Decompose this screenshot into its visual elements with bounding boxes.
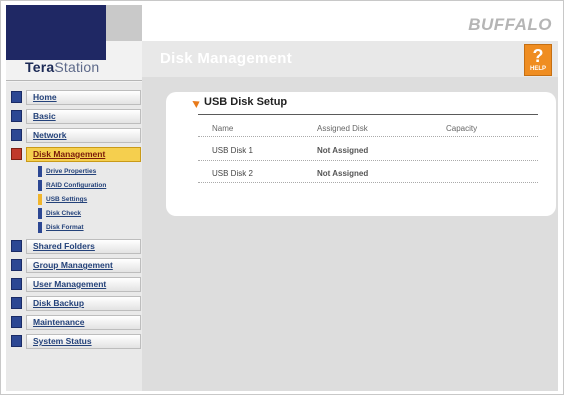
usb-disk-2-name: USB Disk 2 xyxy=(212,169,253,178)
maintenance-icon xyxy=(11,316,22,328)
subnav-disk-check[interactable]: Disk Check xyxy=(38,208,136,219)
subnav-marker-selected xyxy=(38,194,42,205)
subnav-marker xyxy=(38,222,42,233)
subnav-label[interactable]: RAID Configuration xyxy=(46,180,106,191)
home-icon xyxy=(11,91,22,103)
nav-group-management-button[interactable]: Group Management xyxy=(26,258,141,273)
buffalo-brand-logo: BUFFALO xyxy=(468,15,552,34)
nav-shared-folders-button[interactable]: Shared Folders xyxy=(26,239,141,254)
nav-item-system-status[interactable]: System Status xyxy=(11,334,141,350)
folder-icon xyxy=(11,240,22,252)
page-title-bar: Disk Management ? HELP xyxy=(142,41,558,77)
subnav-raid-configuration[interactable]: RAID Configuration xyxy=(38,180,136,191)
nav-item-network[interactable]: Network xyxy=(11,128,141,144)
subnav-drive-properties[interactable]: Drive Properties xyxy=(38,166,136,177)
nav-item-maintenance[interactable]: Maintenance xyxy=(11,315,141,331)
logo-part2: Station xyxy=(54,59,100,75)
nav-item-disk-management[interactable]: Disk Management xyxy=(11,147,141,163)
user-icon xyxy=(11,278,22,290)
column-header-capacity: Capacity xyxy=(446,124,478,133)
subnav-marker xyxy=(38,166,42,177)
nav-disk-backup-button[interactable]: Disk Backup xyxy=(26,296,141,311)
nav-item-group-management[interactable]: Group Management xyxy=(11,258,141,274)
logo-navy-block xyxy=(6,5,106,60)
nav-item-home[interactable]: Home xyxy=(11,90,141,106)
usb-disk-1-name: USB Disk 1 xyxy=(212,146,253,155)
logo-area: TeraStation xyxy=(6,5,142,82)
subnav-usb-settings[interactable]: USB Settings xyxy=(38,194,136,205)
subnav-label[interactable]: Disk Check xyxy=(46,208,81,219)
help-label: HELP xyxy=(529,66,546,72)
help-button[interactable]: ? HELP xyxy=(524,44,552,76)
subnav-disk-format[interactable]: Disk Format xyxy=(38,222,136,233)
nav-maintenance-button[interactable]: Maintenance xyxy=(26,315,141,330)
backup-icon xyxy=(11,297,22,309)
usb-disk-1-assigned[interactable]: Not Assigned xyxy=(317,146,368,155)
nav-basic-button[interactable]: Basic xyxy=(26,109,141,124)
column-header-assigned-disk: Assigned Disk xyxy=(317,124,368,133)
disk-icon xyxy=(11,148,22,160)
panel-title: USB Disk Setup xyxy=(204,96,288,108)
nav-user-management-button[interactable]: User Management xyxy=(26,277,141,292)
subnav-label[interactable]: USB Settings xyxy=(46,194,87,205)
subnav-marker xyxy=(38,208,42,219)
row-separator xyxy=(198,160,538,161)
usb-disk-2-assigned[interactable]: Not Assigned xyxy=(317,169,368,178)
page-title: Disk Management xyxy=(160,50,293,67)
header-separator xyxy=(198,136,538,137)
logo-part1: Tera xyxy=(25,59,55,75)
nav-item-shared-folders[interactable]: Shared Folders xyxy=(11,239,141,255)
row-separator xyxy=(198,182,538,183)
nav-system-status-button[interactable]: System Status xyxy=(26,334,141,349)
subnav-marker xyxy=(38,180,42,191)
logo-divider xyxy=(6,80,142,81)
sidebar: TeraStation Home Basic Network Disk Mana… xyxy=(6,5,142,391)
nav-disk-management-button[interactable]: Disk Management xyxy=(26,147,141,162)
group-icon xyxy=(11,259,22,271)
nav-item-disk-backup[interactable]: Disk Backup xyxy=(11,296,141,312)
panel-title-divider xyxy=(198,114,538,115)
nav-item-basic[interactable]: Basic xyxy=(11,109,141,125)
nav-item-user-management[interactable]: User Management xyxy=(11,277,141,293)
network-icon xyxy=(11,129,22,141)
help-icon: ? xyxy=(532,46,544,66)
subnav-label[interactable]: Disk Format xyxy=(46,222,84,233)
nav-network-button[interactable]: Network xyxy=(26,128,141,143)
logo-grey-block xyxy=(106,5,142,41)
terastation-logo: TeraStation xyxy=(25,59,99,75)
top-header: BUFFALO xyxy=(142,5,558,41)
column-header-name: Name xyxy=(212,124,234,133)
status-icon xyxy=(11,335,22,347)
basic-icon xyxy=(11,110,22,122)
subnav-label[interactable]: Drive Properties xyxy=(46,166,96,177)
nav-home-button[interactable]: Home xyxy=(26,90,141,105)
